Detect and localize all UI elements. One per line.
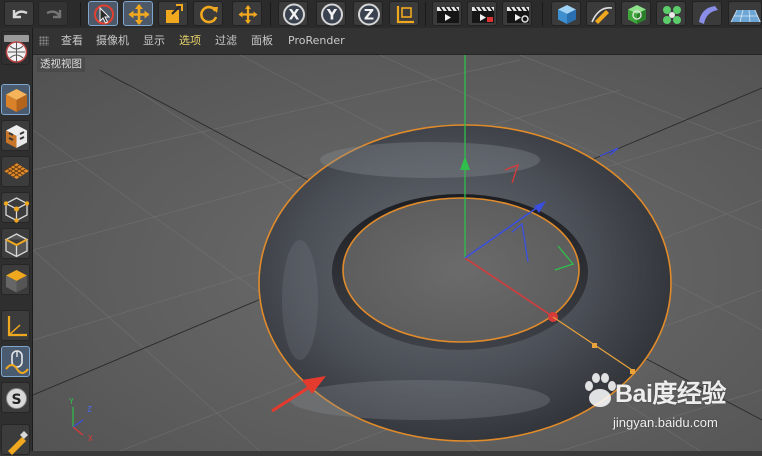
polygons-mode-icon[interactable]: [1, 264, 30, 295]
coordinate-system-icon[interactable]: [389, 1, 419, 26]
x-axis-lock-icon[interactable]: X: [278, 1, 308, 26]
edges-mode-icon[interactable]: [1, 228, 30, 259]
svg-text:Z: Z: [364, 8, 374, 24]
undo-icon[interactable]: [4, 1, 34, 26]
render-to-picture-viewer-icon[interactable]: [467, 1, 497, 26]
main-toolbar: X Y Z: [0, 0, 762, 29]
menu-cameras[interactable]: 摄像机: [96, 34, 129, 48]
svg-text:Y: Y: [326, 8, 338, 24]
y-axis-lock-icon[interactable]: Y: [316, 1, 346, 26]
subdivision-surface-icon[interactable]: [621, 1, 651, 26]
axis-mode-icon[interactable]: [1, 310, 30, 341]
view-axis-gizmo: Y Z X: [63, 395, 103, 449]
points-mode-icon[interactable]: [1, 192, 30, 223]
menu-panel[interactable]: 面板: [251, 34, 273, 48]
svg-text:S: S: [11, 392, 21, 408]
render-view-icon[interactable]: [432, 1, 462, 26]
workplane-mode-icon[interactable]: [1, 156, 30, 187]
menu-prorender[interactable]: ProRender: [288, 34, 345, 48]
svg-text:X: X: [289, 8, 300, 24]
rotate-icon[interactable]: [193, 1, 223, 26]
redo-icon[interactable]: [38, 1, 68, 26]
cube-primitive-icon[interactable]: [551, 1, 581, 26]
viewport-label: 透视视图: [37, 57, 85, 72]
z-axis-lock-icon[interactable]: Z: [353, 1, 383, 26]
menu-filter[interactable]: 过滤: [215, 34, 237, 48]
model-mode-icon[interactable]: [1, 84, 30, 115]
menu-grip-handle[interactable]: [39, 36, 49, 46]
recent-tool-icon[interactable]: [232, 1, 262, 26]
move-icon[interactable]: [123, 1, 153, 26]
menu-display[interactable]: 显示: [143, 34, 165, 48]
tweak-mode-icon[interactable]: [1, 346, 30, 377]
menu-options[interactable]: 选项: [179, 34, 201, 48]
cloner-icon[interactable]: [656, 1, 686, 26]
gizmo-y-label: Y: [69, 397, 74, 406]
viewport-menubar: 查看 摄像机 显示 选项 过滤 面板 ProRender: [33, 28, 762, 55]
menu-view[interactable]: 查看: [61, 34, 83, 48]
perspective-viewport[interactable]: 透视视图 Y Z X Bai度经验 jingyan.baidu.com: [33, 55, 762, 451]
render-settings-icon[interactable]: [502, 1, 532, 26]
make-editable-icon[interactable]: [1, 31, 30, 65]
gizmo-x-label: X: [88, 434, 93, 443]
snap-icon[interactable]: S: [1, 382, 30, 413]
floor-icon[interactable]: [728, 1, 762, 26]
lock-workplane-icon[interactable]: [1, 424, 30, 455]
scale-icon[interactable]: [158, 1, 188, 26]
gizmo-z-label: Z: [87, 405, 92, 414]
bend-deformer-icon[interactable]: [692, 1, 722, 26]
mode-sidebar: S: [0, 28, 33, 455]
viewport-scene[interactable]: [33, 55, 762, 451]
pen-spline-icon[interactable]: [586, 1, 616, 26]
live-selection-icon[interactable]: [88, 1, 118, 26]
texture-mode-icon[interactable]: [1, 120, 30, 151]
